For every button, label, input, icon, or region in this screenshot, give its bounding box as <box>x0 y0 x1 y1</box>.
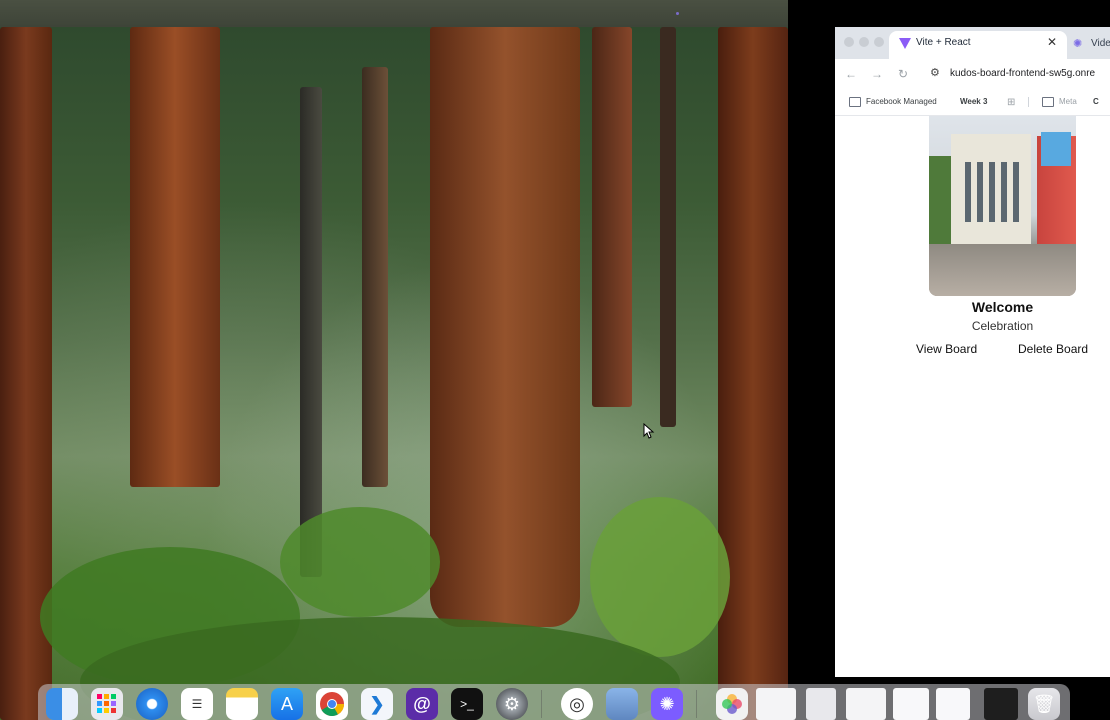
folder-icon <box>1042 97 1054 107</box>
zoom-window-button[interactable] <box>874 37 884 47</box>
tree-trunk <box>592 27 632 407</box>
building-windows <box>965 162 1019 222</box>
reminders-icon[interactable]: ☰ <box>181 688 213 720</box>
folder-icon <box>849 97 861 107</box>
terminal-icon[interactable]: >_ <box>451 688 483 720</box>
vscode-icon[interactable]: ❯ <box>361 688 393 720</box>
tab-title: Vite + React <box>916 37 971 48</box>
board-card-image[interactable] <box>929 116 1076 296</box>
menu-bar-strip <box>0 0 788 27</box>
apps-grid-icon[interactable]: ⊞ <box>1007 97 1015 108</box>
trash-icon[interactable]: 🗑 <box>1028 688 1060 720</box>
forward-icon[interactable]: → <box>871 67 883 81</box>
tree-trunk <box>660 27 676 427</box>
tree-trunk <box>430 27 580 627</box>
chrome-icon[interactable] <box>316 688 348 720</box>
browser-window: Vite + React ✕ ✺ Video ← → ↻ ⚙ kudos-boa… <box>835 27 1110 677</box>
fern-foliage <box>590 497 730 657</box>
view-board-button[interactable]: View Board <box>906 336 988 362</box>
system-settings-icon[interactable]: ⚙ <box>496 688 528 720</box>
window-thumbnail-icon[interactable] <box>806 688 836 720</box>
launchpad-icon[interactable] <box>91 688 123 720</box>
window-thumbnail-icon[interactable] <box>893 688 929 720</box>
tree-trunk <box>362 67 388 487</box>
tree-trunk <box>300 87 322 577</box>
dock-divider <box>696 690 697 718</box>
window-thumbnail-icon[interactable] <box>846 688 886 720</box>
finder-icon[interactable] <box>46 688 78 720</box>
street <box>929 244 1076 296</box>
tree-foliage <box>929 156 951 246</box>
bookmarks-bar: Facebook Managed Week 3 ⊞ Meta C <box>835 89 1110 116</box>
self-service-icon[interactable]: ✺ <box>651 688 683 720</box>
gear-icon: ✺ <box>1073 38 1083 50</box>
activity-icon[interactable]: ◎ <box>561 688 593 720</box>
tab-video[interactable]: ✺ Video <box>1071 31 1110 59</box>
window-thumbnail-icon[interactable] <box>936 688 970 720</box>
app-store-icon[interactable]: A <box>271 688 303 720</box>
close-window-button[interactable] <box>844 37 854 47</box>
delete-board-button[interactable]: Delete Board <box>1008 336 1099 362</box>
tab-title: Video <box>1091 38 1110 49</box>
tree-trunk <box>130 27 220 487</box>
dock-divider <box>541 690 542 718</box>
loading-icon: C <box>1093 97 1099 106</box>
address-bar[interactable]: kudos-board-frontend-sw5g.onre <box>950 68 1095 79</box>
workplace-chat-icon[interactable]: @ <box>406 688 438 720</box>
divider <box>1028 97 1029 107</box>
bookmark-week-3[interactable]: Week 3 <box>960 97 987 106</box>
board-title: Welcome <box>971 299 1034 315</box>
dock: ☰ A ❯ @ >_ ⚙ ◎ ✺ 🗑 <box>38 684 1070 720</box>
window-thumbnail-icon[interactable] <box>984 688 1018 720</box>
tree-trunk <box>718 27 788 720</box>
sky-patch <box>1041 132 1071 166</box>
window-thumbnail-icon[interactable] <box>756 688 796 720</box>
photos-icon[interactable] <box>716 688 748 720</box>
preview-icon[interactable] <box>606 688 638 720</box>
status-dot <box>676 12 679 15</box>
safari-icon[interactable] <box>136 688 168 720</box>
close-icon[interactable]: ✕ <box>1047 35 1057 49</box>
fern-foliage <box>280 507 440 617</box>
vite-icon <box>899 38 911 49</box>
bookmark-facebook-managed[interactable]: Facebook Managed <box>866 97 937 106</box>
reload-icon[interactable]: ↻ <box>898 67 908 81</box>
bookmark-meta[interactable]: Meta <box>1059 97 1077 106</box>
tab-bar: Vite + React ✕ ✺ Video <box>835 27 1110 59</box>
site-settings-icon[interactable]: ⚙ <box>930 66 940 79</box>
browser-toolbar: ← → ↻ ⚙ kudos-board-frontend-sw5g.onre <box>835 59 1110 89</box>
back-icon[interactable]: ← <box>845 67 857 81</box>
desktop-wallpaper <box>0 0 788 720</box>
board-category: Celebration <box>971 319 1034 333</box>
tab-vite-react[interactable]: Vite + React ✕ <box>889 31 1067 59</box>
notes-icon[interactable] <box>226 688 258 720</box>
forest-image <box>0 27 788 720</box>
minimize-window-button[interactable] <box>859 37 869 47</box>
